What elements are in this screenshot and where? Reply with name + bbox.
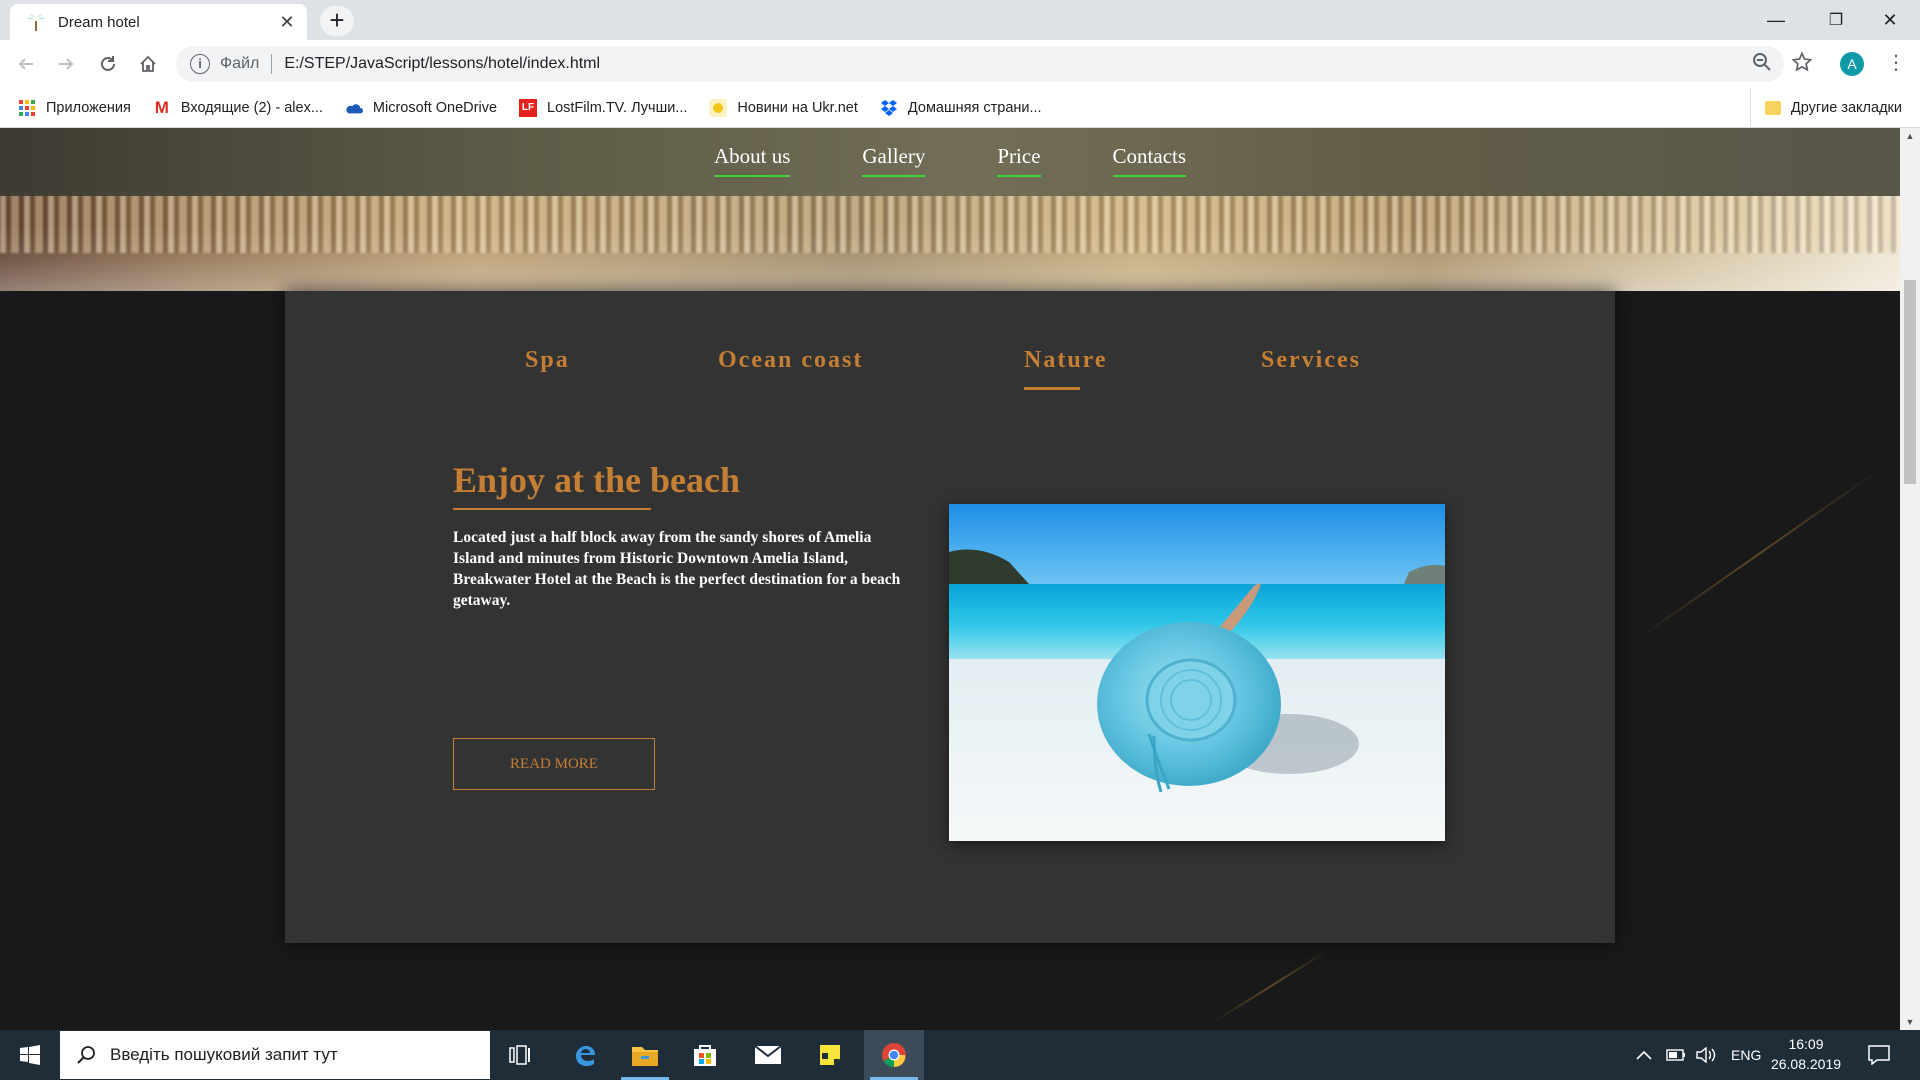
folder-icon bbox=[1764, 101, 1781, 115]
task-view-icon[interactable] bbox=[490, 1030, 550, 1080]
tab-title: Dream hotel bbox=[58, 13, 140, 31]
mail-icon[interactable] bbox=[738, 1030, 798, 1080]
file-explorer-icon[interactable] bbox=[615, 1030, 675, 1080]
reload-icon[interactable] bbox=[92, 48, 124, 80]
tab-services[interactable]: Services bbox=[1261, 347, 1361, 374]
bookmark-label: Новини на Ukr.net bbox=[737, 99, 858, 116]
ukrnet-icon bbox=[709, 98, 728, 117]
tab-ocean-coast[interactable]: Ocean coast bbox=[718, 347, 863, 374]
home-icon[interactable] bbox=[132, 48, 164, 80]
browser-toolbar: i Файл E:/STEP/JavaScript/lessons/hotel/… bbox=[0, 40, 1920, 88]
nav-gallery[interactable]: Gallery bbox=[862, 144, 926, 177]
volume-icon[interactable] bbox=[1696, 1030, 1718, 1080]
nav-about-us[interactable]: About us bbox=[713, 144, 791, 177]
taskbar-search-placeholder: Введіть пошуковий запит тут bbox=[110, 1045, 338, 1064]
beach-hat-photo bbox=[949, 504, 1445, 841]
nav-contacts[interactable]: Contacts bbox=[1112, 144, 1187, 177]
nav-price[interactable]: Price bbox=[997, 144, 1041, 177]
address-bar[interactable]: i Файл E:/STEP/JavaScript/lessons/hotel/… bbox=[176, 46, 1784, 82]
top-nav: About us Gallery Price Contacts bbox=[0, 128, 1900, 196]
bookmarks-bar: Приложения M Входящие (2) - alex... Micr… bbox=[0, 88, 1920, 128]
section-body-text: Located just a half block away from the … bbox=[453, 529, 901, 609]
section-tabs: Spa Ocean coast Nature Services bbox=[285, 347, 1615, 397]
content-panel: Spa Ocean coast Nature Services Enjoy at… bbox=[285, 291, 1615, 943]
microsoft-store-icon[interactable] bbox=[675, 1030, 735, 1080]
show-hidden-icons-chevron-icon[interactable] bbox=[1636, 1030, 1652, 1080]
bookmark-label: Домашняя страни... bbox=[907, 99, 1042, 116]
bookmark-label: Входящие (2) - alex... bbox=[180, 99, 323, 116]
apps-grid-icon bbox=[18, 99, 36, 117]
windows-start-icon[interactable] bbox=[0, 1030, 60, 1080]
edge-browser-icon[interactable] bbox=[555, 1030, 615, 1080]
bookmark-label: Приложения bbox=[46, 99, 131, 116]
window-close-button[interactable]: ✕ bbox=[1860, 0, 1920, 40]
search-icon bbox=[77, 1046, 95, 1064]
windows-taskbar: Введіть пошуковий запит тут ENG 16:09 26… bbox=[0, 1030, 1920, 1080]
clock-time: 16:09 bbox=[1788, 1036, 1824, 1052]
minimize-button[interactable]: — bbox=[1746, 0, 1806, 40]
section-heading: Enjoy at the beach bbox=[453, 460, 740, 500]
decorative-gold-line bbox=[1211, 948, 1332, 1024]
scheme-label: Файл bbox=[220, 55, 260, 72]
bookmark-apps[interactable]: Приложения bbox=[18, 99, 131, 117]
site-info-icon[interactable]: i bbox=[190, 54, 210, 74]
other-bookmarks-label: Другие закладки bbox=[1790, 100, 1902, 116]
bookmark-gmail[interactable]: M Входящие (2) - alex... bbox=[153, 97, 323, 117]
bookmark-label: Microsoft OneDrive bbox=[372, 99, 498, 116]
maximize-button[interactable]: ❐ bbox=[1806, 0, 1866, 40]
zoom-icon[interactable] bbox=[1752, 52, 1772, 78]
profile-avatar[interactable]: A bbox=[1840, 52, 1864, 76]
tab-nature[interactable]: Nature bbox=[1024, 347, 1108, 390]
onedrive-icon bbox=[345, 99, 363, 117]
other-bookmarks[interactable]: Другие закладки bbox=[1749, 88, 1902, 128]
clock-date: 26.08.2019 bbox=[1770, 1056, 1842, 1072]
browser-titlebar: Dream hotel ✕ + — ❐ ✕ bbox=[0, 0, 1920, 40]
address-separator bbox=[271, 54, 273, 74]
heading-underline bbox=[453, 508, 651, 510]
wave-foam bbox=[0, 193, 1900, 253]
chrome-icon[interactable] bbox=[864, 1030, 924, 1080]
bookmark-ukrnet[interactable]: Новини на Ukr.net bbox=[709, 98, 858, 117]
sticky-notes-icon[interactable] bbox=[800, 1030, 860, 1080]
forward-arrow-icon[interactable] bbox=[50, 48, 82, 80]
tab-close-icon[interactable]: ✕ bbox=[277, 12, 297, 33]
bookmark-star-icon[interactable] bbox=[1791, 51, 1813, 78]
decorative-gold-line bbox=[1634, 468, 1882, 642]
url-text[interactable]: E:/STEP/JavaScript/lessons/hotel/index.h… bbox=[284, 55, 600, 73]
scroll-down-arrow-icon[interactable]: ▼ bbox=[1900, 1014, 1920, 1030]
page-scrollbar[interactable]: ▲ ▼ bbox=[1900, 128, 1920, 1030]
bookmark-lostfilm[interactable]: LF LostFilm.TV. Лучши... bbox=[519, 98, 688, 117]
beach-hero-image: About us Gallery Price Contacts bbox=[0, 128, 1900, 291]
gmail-icon: M bbox=[154, 97, 169, 117]
palm-tree-icon bbox=[27, 14, 45, 31]
menu-kebab-icon[interactable]: ⋮ bbox=[1886, 50, 1906, 75]
action-center-icon[interactable] bbox=[1868, 1030, 1890, 1080]
scrollbar-thumb[interactable] bbox=[1904, 280, 1916, 484]
page-viewport: About us Gallery Price Contacts Spa Ocea… bbox=[0, 128, 1900, 1030]
bookmark-dropbox[interactable]: Домашняя страни... bbox=[880, 99, 1042, 117]
taskbar-search[interactable]: Введіть пошуковий запит тут bbox=[60, 1031, 490, 1079]
battery-icon[interactable] bbox=[1666, 1030, 1686, 1080]
bookmark-onedrive[interactable]: Microsoft OneDrive bbox=[345, 99, 497, 117]
tab-spa[interactable]: Spa bbox=[525, 347, 570, 374]
scroll-up-arrow-icon[interactable]: ▲ bbox=[1900, 128, 1920, 144]
taskbar-clock[interactable]: 16:09 26.08.2019 bbox=[1748, 1034, 1864, 1074]
dropbox-icon bbox=[880, 99, 898, 117]
read-more-button[interactable]: READ MORE bbox=[453, 738, 655, 790]
lostfilm-icon: LF bbox=[519, 98, 538, 117]
browser-tab[interactable]: Dream hotel ✕ bbox=[10, 4, 307, 40]
new-tab-button[interactable]: + bbox=[320, 6, 354, 36]
back-arrow-icon[interactable] bbox=[10, 48, 42, 80]
bookmark-label: LostFilm.TV. Лучши... bbox=[547, 99, 688, 116]
